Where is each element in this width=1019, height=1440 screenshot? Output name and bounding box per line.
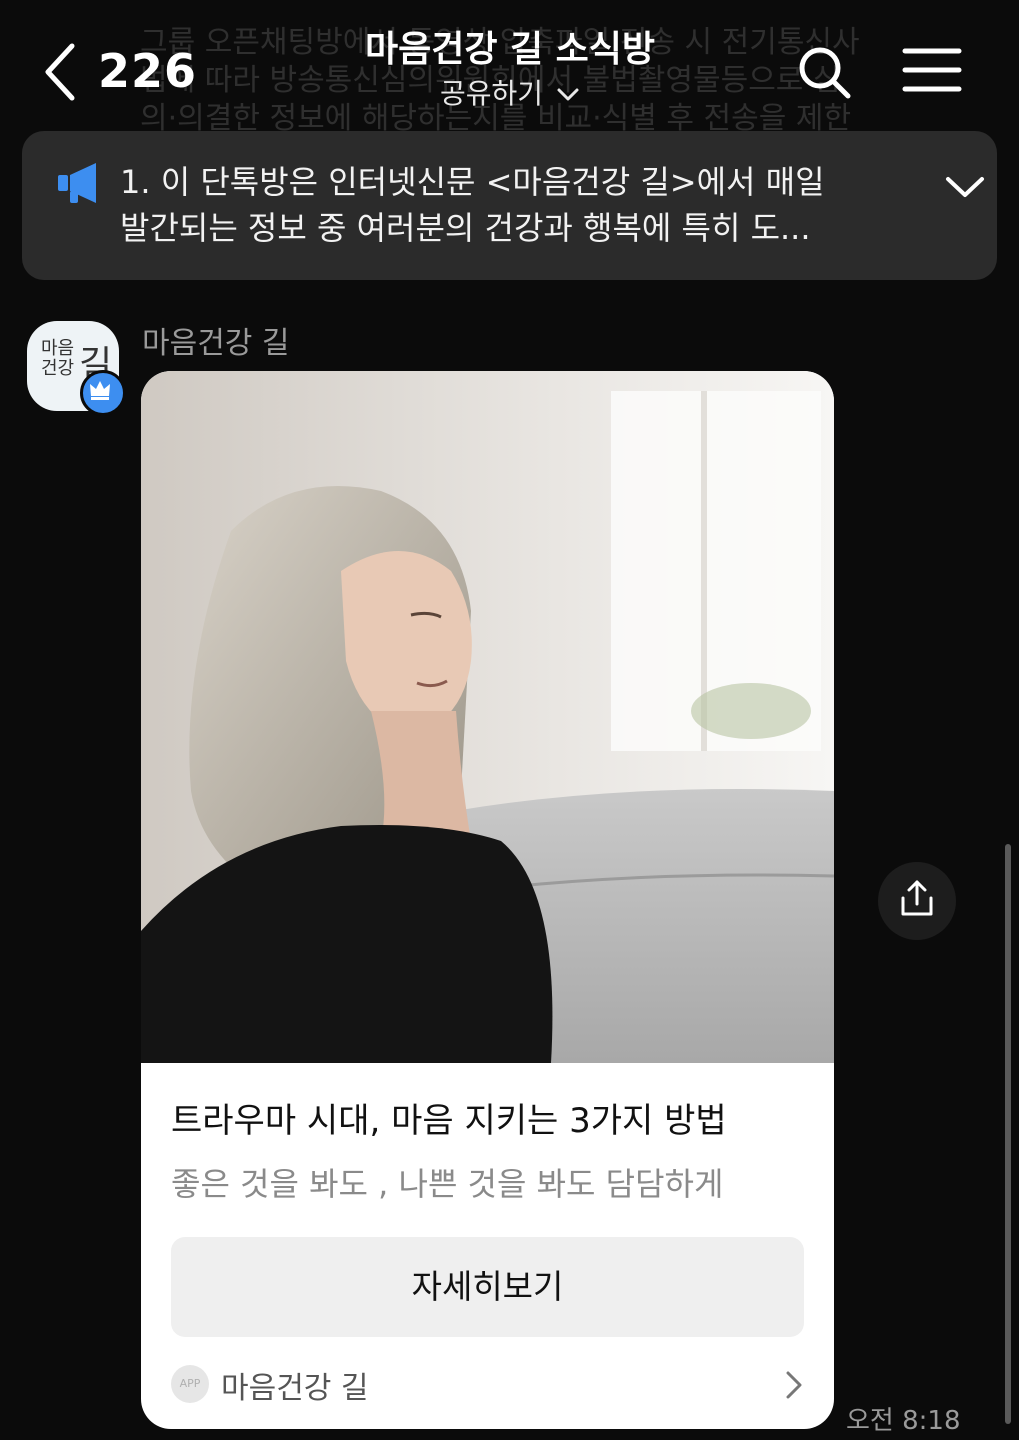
share-label: 공유하기	[440, 77, 544, 110]
menu-button[interactable]	[902, 46, 962, 96]
crown-icon	[90, 381, 110, 400]
back-button[interactable]	[40, 40, 100, 104]
notice-line-2: 발간되는 정보 중 여러분의 건강과 행복에 특히 도...	[120, 209, 811, 247]
search-icon	[799, 47, 851, 99]
chevron-right-icon	[786, 1371, 802, 1399]
link-card: 트라우마 시대, 마음 지키는 3가지 방법 좋은 것을 봐도 , 나쁜 것을 …	[141, 371, 834, 1429]
share-message-button[interactable]	[878, 862, 956, 940]
share-icon	[901, 880, 933, 916]
menu-icon	[902, 48, 962, 92]
view-details-button[interactable]: 자세히보기	[171, 1237, 804, 1337]
owner-badge	[80, 370, 126, 416]
search-button[interactable]	[796, 44, 854, 102]
sender-name: 마음건강 길	[142, 326, 290, 361]
app-badge: APP	[171, 1365, 209, 1403]
avatar-logo-text: 마음 건강	[41, 338, 75, 379]
unread-count: 226	[98, 44, 198, 98]
message-time: 오전 8:18	[846, 1406, 961, 1436]
article-description: 좋은 것을 봐도 , 나쁜 것을 봐도 담담하게	[171, 1165, 724, 1203]
chat-title-area: 마음건강 길 소식방 공유하기	[300, 26, 720, 114]
scrollbar[interactable]	[1005, 844, 1011, 1424]
notice-banner[interactable]: 1. 이 단톡방은 인터넷신문 <마음건강 길>에서 매일 발간되는 정보 중 …	[22, 131, 997, 280]
chevron-down-icon[interactable]	[942, 171, 988, 201]
chat-title: 마음건강 길 소식방	[364, 29, 656, 70]
chat-header: 226 마음건강 길 소식방 공유하기	[0, 0, 1019, 130]
share-dropdown[interactable]: 공유하기	[300, 74, 720, 114]
notice-text: 1. 이 단톡방은 인터넷신문 <마음건강 길>에서 매일 발간되는 정보 중 …	[120, 159, 890, 251]
article-thumbnail[interactable]	[141, 371, 834, 1063]
chevron-down-icon	[557, 88, 579, 101]
back-chevron-icon	[45, 43, 75, 101]
megaphone-icon	[58, 163, 96, 203]
article-title[interactable]: 트라우마 시대, 마음 지키는 3가지 방법	[171, 1093, 727, 1142]
notice-line-1: 1. 이 단톡방은 인터넷신문 <마음건강 길>에서 매일	[120, 163, 825, 201]
app-source-link[interactable]: APP 마음건강 길	[171, 1361, 804, 1407]
app-source-name: 마음건강 길	[221, 1371, 369, 1406]
